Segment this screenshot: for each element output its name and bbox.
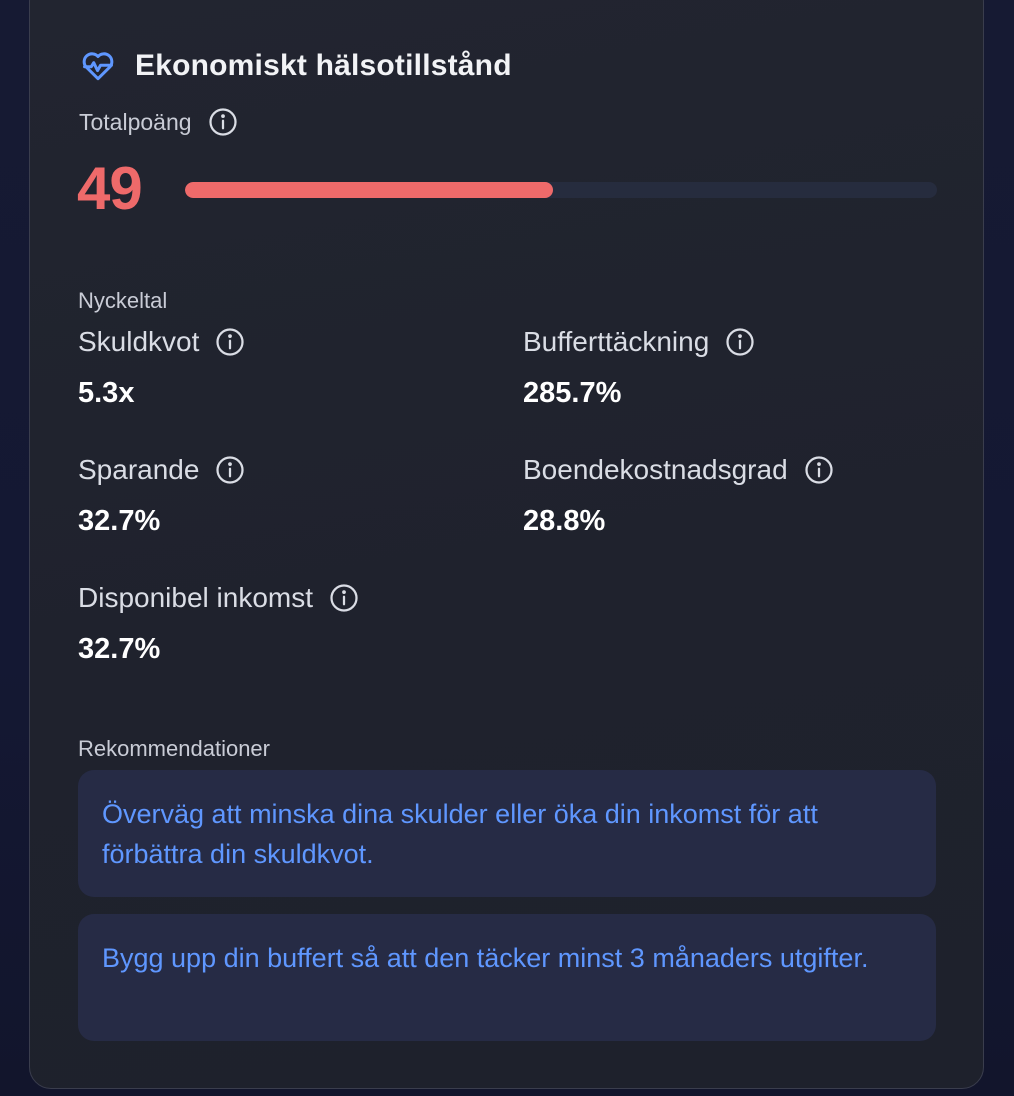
metric-name: Skuldkvot: [78, 326, 200, 357]
metric-name: Disponibel inkomst: [78, 582, 313, 613]
score-progress-fill: [185, 182, 554, 198]
recommendation-item: Överväg att minska dina skulder eller ök…: [78, 770, 936, 897]
info-icon[interactable]: [215, 327, 245, 357]
metric-value: 32.7%: [78, 505, 161, 537]
metric-debt-ratio: Skuldkvot: [78, 326, 245, 358]
metric-savings: Sparande: [78, 454, 245, 486]
heart-pulse-icon: [79, 47, 117, 85]
metric-value: 5.3x: [78, 377, 135, 409]
metric-housing-cost-ratio: Boendekostnadsgrad: [523, 454, 834, 486]
recommendations-label: Rekommendationer: [78, 736, 270, 761]
metric-buffer-coverage: Bufferttäckning: [523, 326, 755, 358]
info-icon[interactable]: [725, 327, 755, 357]
score-progress-bar: [185, 182, 937, 198]
info-icon[interactable]: [329, 583, 359, 613]
card-title: Ekonomiskt hälsotillstånd: [135, 49, 512, 82]
total-score-label: Totalpoäng: [79, 108, 192, 135]
metric-name: Sparande: [78, 454, 200, 485]
metric-name: Bufferttäckning: [523, 326, 710, 357]
metric-disposable-income: Disponibel inkomst: [78, 582, 359, 614]
key-figures-label: Nyckeltal: [78, 288, 168, 313]
metric-value: 285.7%: [523, 377, 622, 409]
total-score-value: 49: [77, 155, 143, 222]
metric-name: Boendekostnadsgrad: [523, 454, 788, 485]
recommendation-item: Bygg upp din buffert så att den täcker m…: [78, 914, 936, 1041]
info-icon[interactable]: [215, 455, 245, 485]
metric-value: 32.7%: [78, 633, 161, 665]
metric-value: 28.8%: [523, 505, 606, 537]
total-score-label-row: Totalpoäng: [79, 107, 238, 137]
info-icon[interactable]: [208, 107, 238, 137]
card-header: Ekonomiskt hälsotillstånd: [79, 46, 512, 86]
info-icon[interactable]: [804, 455, 834, 485]
